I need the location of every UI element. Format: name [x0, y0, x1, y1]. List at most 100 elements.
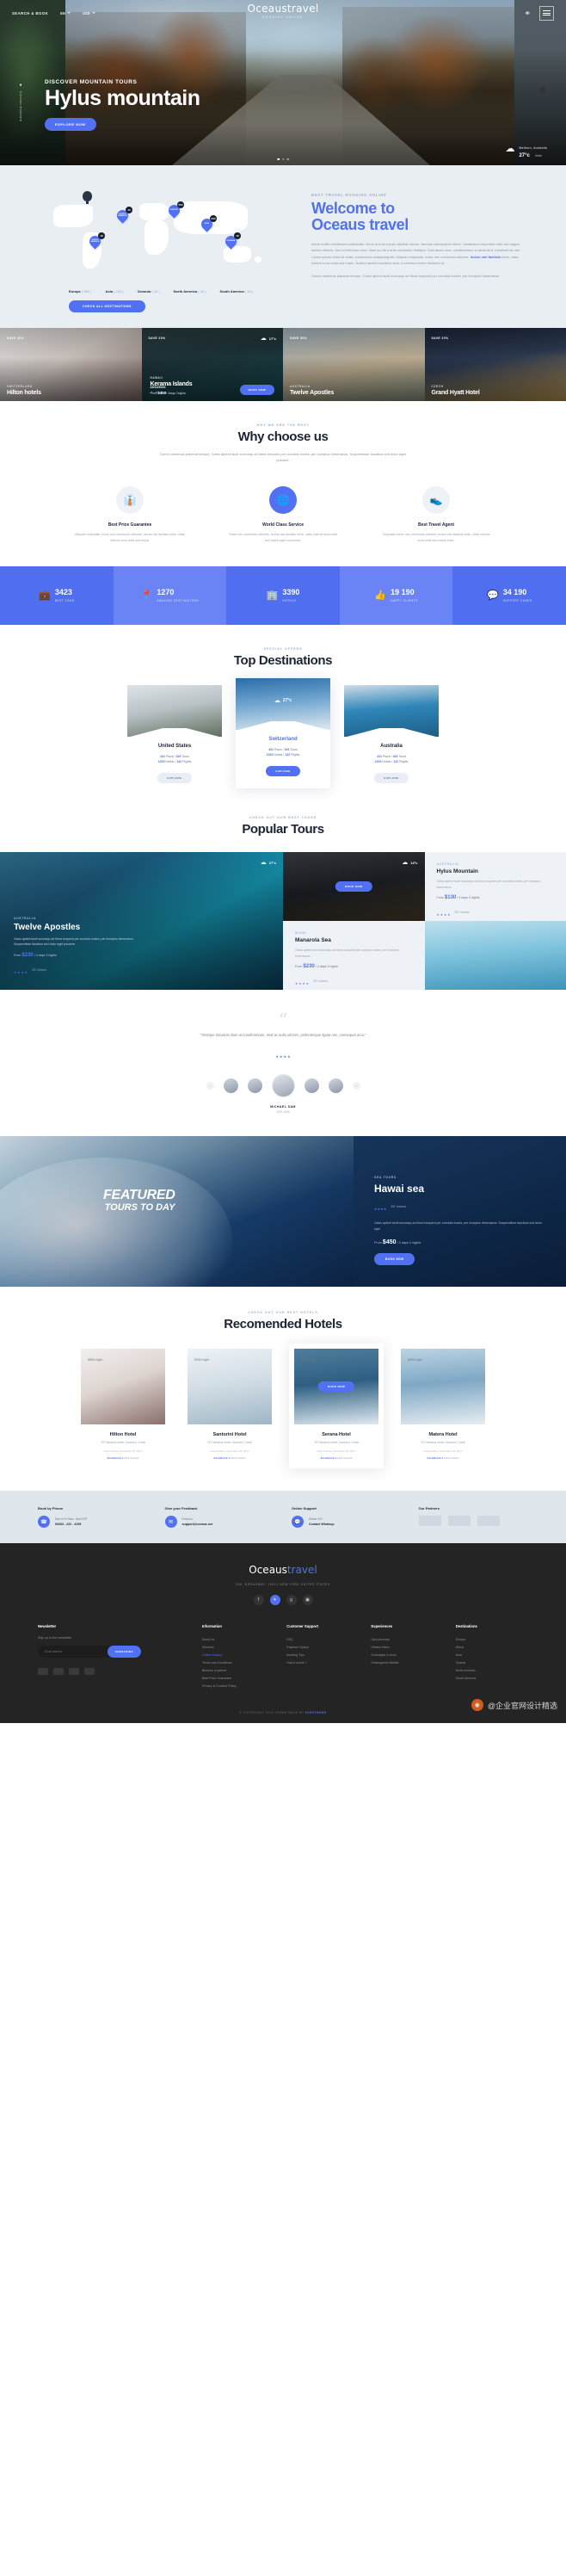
footer-link[interactable]: Terms and Conditions [202, 1659, 274, 1667]
payment-icon-paypal [69, 1668, 79, 1676]
strip-card-twelve-apostles[interactable]: SAVE 30% AUSTRALIA Twelve Apostles [283, 328, 425, 401]
region-europe[interactable]: Europe ( 563 ) [69, 289, 91, 293]
chevron-left-icon[interactable]: ‹ [206, 1081, 214, 1090]
footer-link[interactable]: South America [456, 1675, 528, 1683]
twitter-icon[interactable]: ✈ [269, 1595, 280, 1606]
tour-card-small-top[interactable]: ☁ 14°c BOOK NOW [283, 852, 425, 922]
footer-link[interactable]: Epic journeys [371, 1636, 443, 1644]
hotel-card-santorini[interactable]: $300/ night Santorini Hotel 757 Nikolaus… [182, 1348, 277, 1469]
footer-link[interactable]: Payment Option [286, 1644, 359, 1652]
copyright-brand[interactable]: HIGHTHEME [305, 1711, 327, 1714]
instagram-icon[interactable]: ▣ [302, 1595, 313, 1606]
footer-link[interactable]: Africa [456, 1644, 528, 1652]
contact-value[interactable]: support@oceaus.net [182, 1523, 213, 1526]
search-and-book-link[interactable]: SEARCH & BOOK [12, 11, 48, 15]
map-pin-north-america[interactable]: NORTH AMERICA 45 [114, 207, 132, 225]
footer-social-links: f ✈ g ▣ [0, 1595, 566, 1606]
feature-best-travel-agent[interactable]: 👟 Best Travel Agent Vulputate tortor nec… [380, 485, 492, 544]
footer-link[interactable]: North America [456, 1667, 528, 1675]
google-plus-icon[interactable]: g [286, 1595, 297, 1606]
avatar-active[interactable] [271, 1073, 295, 1097]
footer-link[interactable]: Ecolodges & tours [371, 1652, 443, 1659]
language-selector[interactable]: EN [60, 11, 71, 15]
footer-link-active[interactable]: Online enquiry [202, 1652, 274, 1659]
destination-card-united-states[interactable]: United States 431 Place / 326 Tours 1200… [127, 684, 222, 789]
subscribe-button[interactable]: SUBSCRIBE [107, 1646, 141, 1659]
feature-best-price[interactable]: 👔 Best Price Guarantee Aliquam vulputate… [74, 485, 186, 544]
currency-selector[interactable]: USD [83, 11, 95, 15]
tour-price-value: $230 [22, 953, 34, 959]
tour-card-twelve-apostles[interactable]: ☁ 27°c AUSTRALIA Twelve Apostles Class a… [0, 852, 283, 991]
footer-link[interactable]: Europe [456, 1636, 528, 1644]
slider-dot[interactable] [281, 158, 285, 160]
hotel-card-hilton[interactable]: $590/ night Hilton Hotel 757 Nikolaus st… [76, 1348, 170, 1469]
slider-dot[interactable] [286, 158, 289, 160]
hero-slider-dots[interactable] [277, 158, 289, 160]
footer-logo[interactable]: Oceaustravel [0, 1564, 566, 1576]
destination-card-switzerland[interactable]: ☁ 27°c Switzerland 431 Place / 326 Tours… [236, 677, 330, 789]
footer-link[interactable]: Endangered Wildlife [371, 1659, 443, 1667]
strip-card-hilton[interactable]: SAVE 30% SWITZERLAND Hilton hotels [0, 328, 142, 401]
check-all-destinations-button[interactable]: CHECK ALL DESTINATIONS [69, 300, 145, 312]
footer-link[interactable]: Asia [456, 1652, 528, 1659]
footer-link[interactable]: FAQ [286, 1636, 359, 1644]
book-now-button[interactable]: BOOK NOW [239, 385, 274, 395]
destination-name: Switzerland [268, 736, 298, 742]
tour-reviews: 357 reviews [31, 968, 46, 973]
contact-value[interactable]: Contact Whatsup [309, 1523, 335, 1526]
cloud-icon: ☁ [402, 860, 409, 867]
footer-link[interactable]: Best Price Guarantee [202, 1675, 274, 1683]
site-logo[interactable]: Oceaustravel BOOKING ONLINE [247, 3, 318, 19]
facebook-icon[interactable]: f [253, 1595, 264, 1606]
chevron-right-icon[interactable]: › [352, 1081, 360, 1090]
avatar[interactable] [328, 1078, 343, 1093]
region-south-america[interactable]: South America ( 18 ) [220, 289, 254, 293]
footer-link[interactable]: Privacy & Cookies Policy [202, 1683, 274, 1690]
map-pin-south-america[interactable]: SOUTH AMERICA 18 [87, 232, 105, 250]
avatar[interactable] [304, 1078, 319, 1093]
avatar[interactable] [247, 1078, 262, 1093]
footer-link[interactable]: Services [202, 1644, 274, 1652]
featured-description: Class aptent taciti sociosqu ad litora t… [374, 1220, 543, 1231]
book-now-button[interactable]: BOOK NOW [317, 1381, 355, 1392]
strip-card-grand-hyatt[interactable]: SAVE 30% CZECH Grand Hyatt Hotel [424, 328, 566, 401]
region-north-america[interactable]: North America ( 45 ) [174, 289, 206, 293]
welcome-inline-link[interactable]: lectus nisl facilisis [471, 255, 501, 259]
book-now-button[interactable]: BOOK NOW [335, 881, 372, 893]
hotel-card-serana[interactable]: $400/ night BOOK NOW Serana Hotel 757 Ni… [289, 1343, 384, 1469]
strip-card-kerama[interactable]: SAVE 30% ☁ 17°c HAWAII Kerama Islands ★ ★… [141, 328, 283, 401]
map-pin-oceania[interactable]: OCEANIA 18 [223, 232, 241, 250]
footer-column-title: Experiences [371, 1624, 393, 1629]
destination-card-australia[interactable]: Australia 431 Place / 326 Tours 1200 Hot… [344, 684, 439, 789]
explore-button[interactable]: EXPLORE [374, 773, 409, 784]
contact-inner: ☎ Mon to Fri 9am - 6pm EST 00333 - 222 -… [38, 1516, 148, 1529]
region-asia[interactable]: Asia ( 233 ) [105, 289, 123, 293]
footer-link[interactable]: About us [202, 1636, 274, 1644]
explore-button[interactable]: EXPLORE [266, 766, 300, 777]
hero-weather-city: Melburn, Australia [519, 146, 547, 150]
tour-card-hylus-mountain[interactable]: AUSTRALIA Hylus Mountain Class aptent ta… [424, 852, 566, 922]
contact-value[interactable]: 00333 - 222 - 4199 [55, 1523, 88, 1526]
map-pin-europe[interactable]: EUROPE 563 [166, 201, 184, 219]
explore-button[interactable]: EXPLORE [157, 773, 192, 784]
footer-link[interactable]: Ocania [456, 1659, 528, 1667]
avatar[interactable] [223, 1078, 238, 1093]
region-oceania[interactable]: Oceania ( 18 ) [138, 289, 160, 293]
map-pin-asia[interactable]: ASIA 233 [199, 215, 217, 233]
footer-link[interactable]: Hidden tribes [371, 1644, 443, 1652]
featured-book-now-button[interactable]: BOOK NOW [374, 1252, 415, 1265]
feature-world-class-service[interactable]: 🌐 World Class Service Tortor nec commodo… [227, 485, 339, 544]
tour-card-manarola-sea[interactable]: MIAMI Manarola Sea Class aptent taciti s… [283, 921, 425, 991]
footer-link[interactable]: How it works ? [286, 1659, 359, 1667]
footer-link[interactable]: Become a partner [202, 1667, 274, 1675]
tour-card-small-bottom[interactable] [424, 921, 566, 991]
payment-methods [38, 1668, 190, 1676]
wifi-icon[interactable]: ⚭ [524, 9, 531, 18]
hamburger-menu-icon[interactable] [539, 5, 554, 21]
email-input[interactable]: Email address [38, 1650, 108, 1653]
hotel-card-matera[interactable]: $590/ night Matera Hotel 757 Nikolaus st… [396, 1348, 490, 1469]
footer-link[interactable]: Booking Tips [286, 1652, 359, 1659]
explore-now-button[interactable]: EXPLORE NOW [45, 118, 96, 131]
tour-price-from: From [14, 954, 22, 958]
slider-dot[interactable] [277, 158, 280, 160]
